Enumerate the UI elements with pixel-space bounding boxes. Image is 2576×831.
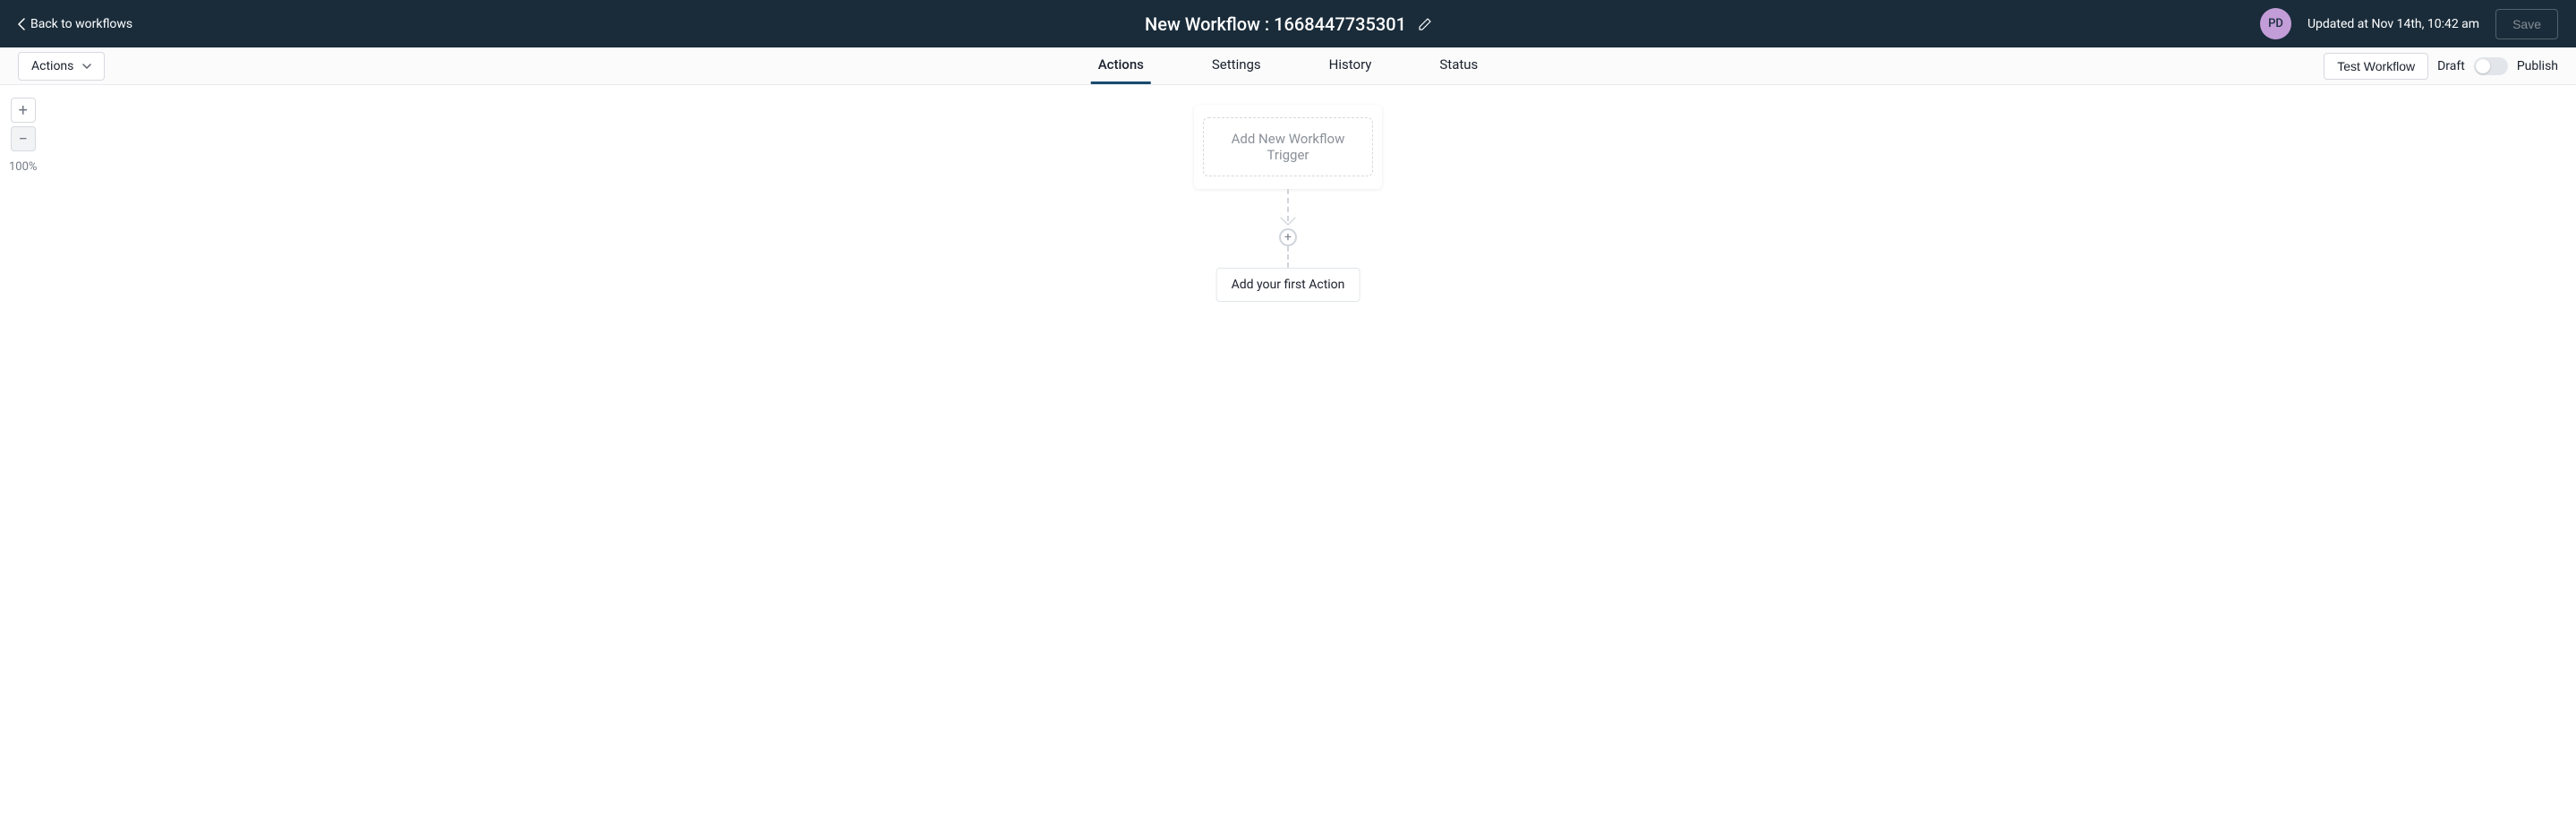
chevron-down-icon [82, 64, 91, 69]
add-trigger-button[interactable]: Add New Workflow Trigger [1203, 117, 1373, 176]
tab-status[interactable]: Status [1432, 47, 1485, 84]
updated-timestamp: Updated at Nov 14th, 10:42 am [2307, 17, 2479, 31]
sub-bar-right: Test Workflow Draft Publish [2324, 53, 2558, 80]
add-first-action-button[interactable]: Add your first Action [1216, 268, 1361, 302]
publish-label: Publish [2517, 59, 2558, 73]
arrow-icon [1279, 216, 1297, 228]
tabs: Actions Settings History Status [1091, 47, 1486, 84]
tab-settings[interactable]: Settings [1205, 47, 1268, 84]
actions-dropdown[interactable]: Actions [18, 52, 105, 81]
back-label: Back to workflows [30, 17, 132, 31]
save-button[interactable]: Save [2495, 9, 2558, 39]
test-workflow-button[interactable]: Test Workflow [2324, 53, 2428, 80]
zoom-in-button[interactable]: + [11, 98, 36, 123]
zoom-controls: + − 100% [9, 98, 37, 174]
draft-label: Draft [2437, 59, 2465, 73]
zoom-out-button[interactable]: − [11, 126, 36, 151]
sub-bar: Actions Actions Settings History Status … [0, 47, 2576, 85]
tab-actions[interactable]: Actions [1091, 47, 1151, 84]
title-area: New Workflow : 1668447735301 [1145, 13, 1431, 35]
chevron-left-icon [18, 18, 25, 30]
trigger-card: Add New Workflow Trigger [1194, 105, 1382, 189]
edit-icon[interactable] [1419, 18, 1431, 30]
add-node-button[interactable]: + [1279, 228, 1297, 246]
top-right: PD Updated at Nov 14th, 10:42 am Save [2260, 8, 2558, 39]
workflow-title: New Workflow : 1668447735301 [1145, 13, 1406, 35]
workflow-canvas[interactable]: + − 100% Add New Workflow Trigger + Add … [0, 85, 2576, 479]
avatar[interactable]: PD [2260, 8, 2291, 39]
actions-dropdown-label: Actions [31, 59, 73, 73]
top-bar: Back to workflows New Workflow : 1668447… [0, 0, 2576, 47]
zoom-percentage: 100% [9, 155, 37, 174]
toggle-knob [2476, 59, 2490, 73]
tab-history[interactable]: History [1322, 47, 1379, 84]
draft-publish-toggle[interactable] [2474, 57, 2508, 75]
back-to-workflows-link[interactable]: Back to workflows [18, 17, 132, 31]
connector-line-2 [1287, 246, 1289, 268]
